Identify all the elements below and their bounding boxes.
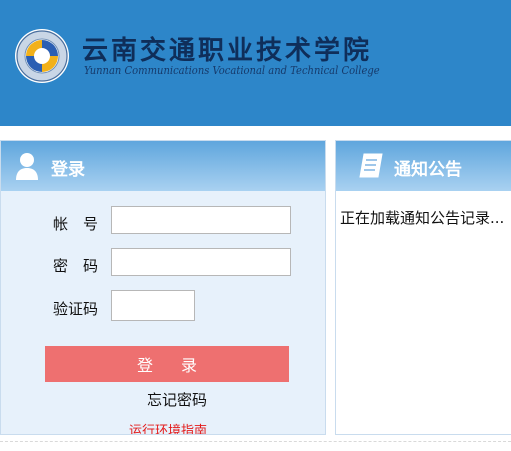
user-icon (16, 153, 38, 180)
login-panel: 登录 帐 号 密 码 验证码 登录 忘记密码 运行环境指南 (0, 140, 326, 435)
notice-panel-header: 通知公告 (336, 141, 511, 191)
college-emblem-icon (15, 29, 69, 83)
account-input[interactable] (111, 206, 291, 234)
environment-guide-link[interactable]: 运行环境指南 (45, 420, 291, 434)
footer-divider (0, 441, 511, 442)
account-label: 帐 号 (53, 215, 99, 233)
captcha-input[interactable] (111, 290, 195, 321)
site-header: 云南交通职业技术学院 Yunnan Communications Vocatio… (0, 0, 511, 126)
notice-title: 通知公告 (394, 160, 462, 180)
notice-loading-text: 正在加载通知公告记录... (340, 209, 505, 227)
college-name-cn: 云南交通职业技术学院 (82, 36, 373, 66)
notice-panel: 通知公告 正在加载通知公告记录... (335, 140, 511, 435)
password-label: 密 码 (53, 257, 99, 275)
login-panel-header: 登录 (1, 141, 325, 191)
login-title: 登录 (51, 160, 85, 180)
login-button[interactable]: 登录 (45, 346, 289, 382)
scroll-icon (359, 153, 383, 178)
college-name-en: Yunnan Communications Vocational and Tec… (84, 63, 380, 77)
captcha-label: 验证码 (53, 300, 99, 318)
password-input[interactable] (111, 248, 291, 276)
forgot-password-link[interactable]: 忘记密码 (45, 389, 309, 410)
